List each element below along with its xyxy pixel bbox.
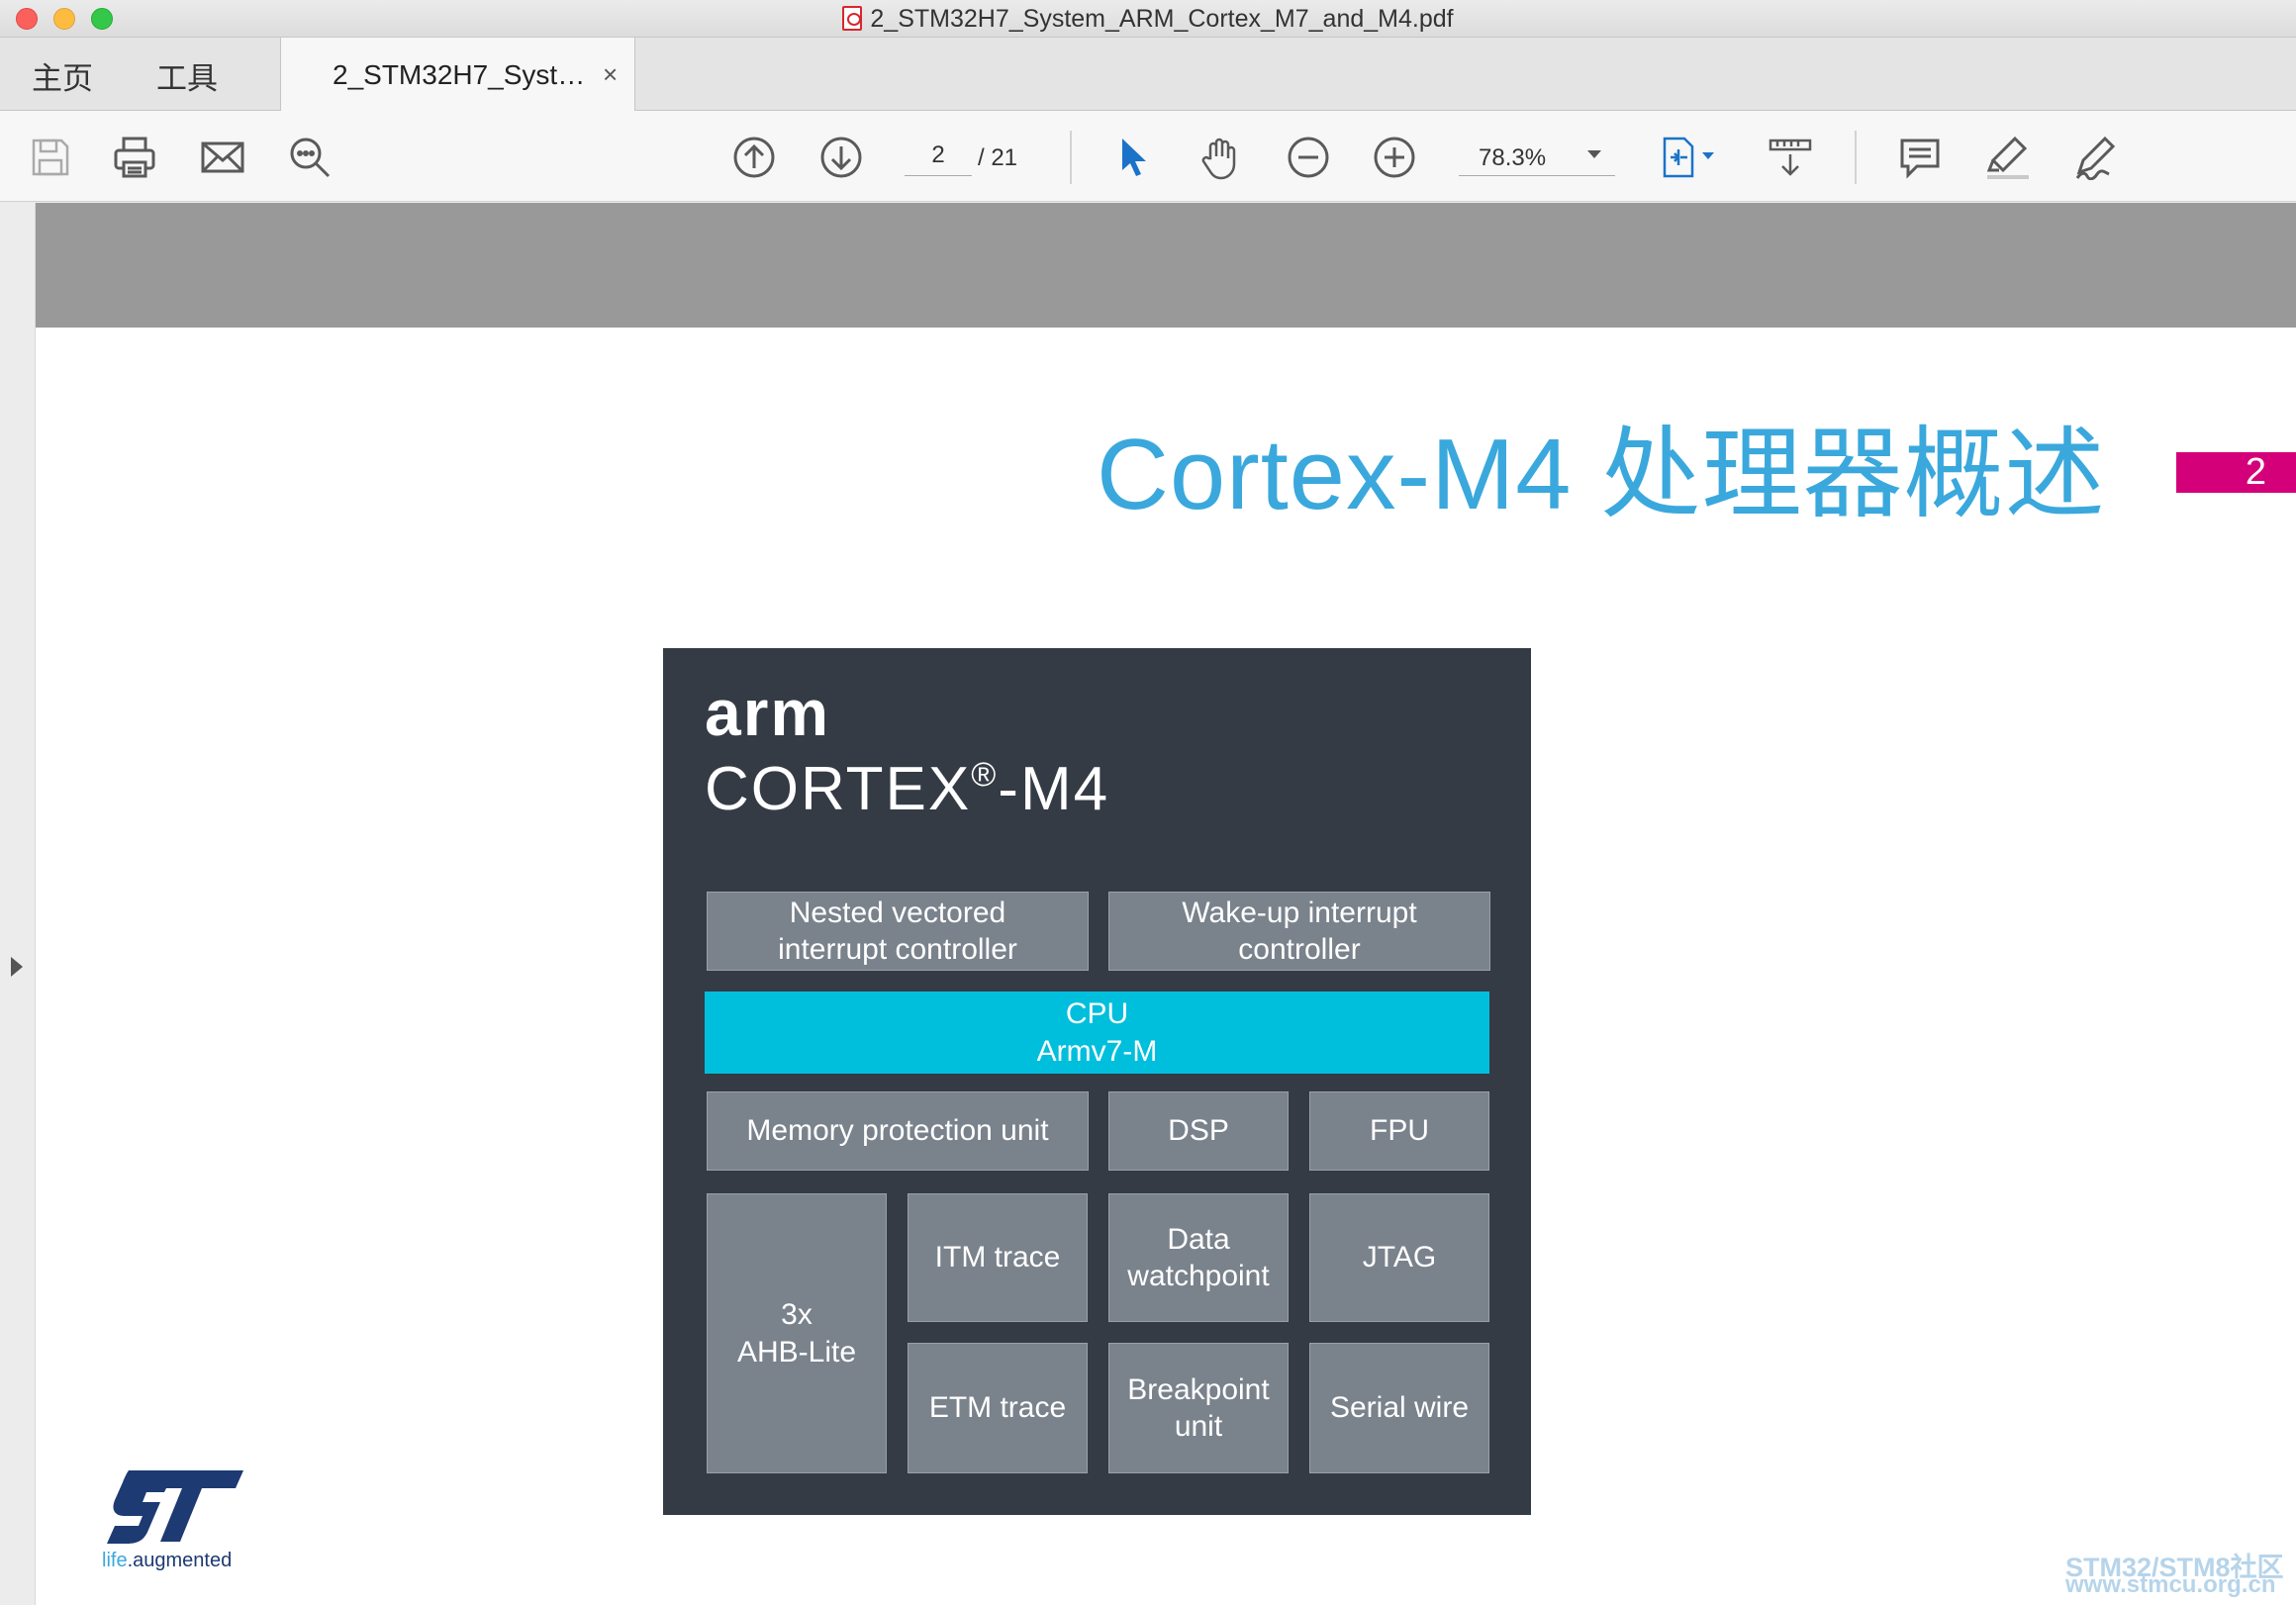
page-total: / 21	[978, 144, 1018, 171]
block-serial-wire: Serial wire	[1309, 1343, 1489, 1473]
block-cpu: CPU Armv7-M	[705, 991, 1489, 1074]
zoom-value: 78.3%	[1479, 144, 1547, 171]
cortex-suffix: -M4	[998, 755, 1110, 823]
block-ahb-lite: 3x AHB-Lite	[707, 1193, 887, 1473]
scroll-mode-icon[interactable]	[1768, 135, 1813, 180]
highlight-icon[interactable]	[1985, 135, 2031, 180]
window-title-text: 2_STM32H7_System_ARM_Cortex_M7_and_M4.pd…	[870, 5, 1454, 33]
arm-logo: arm	[705, 676, 831, 749]
registered-mark: ®	[971, 756, 999, 794]
page-down-icon[interactable]	[818, 135, 864, 180]
save-icon[interactable]	[28, 135, 73, 180]
st-tagline-rest: .augmented	[127, 1550, 233, 1571]
tab-home[interactable]: 主页	[32, 53, 93, 98]
block-jtag: JTAG	[1309, 1193, 1489, 1322]
close-tab-button[interactable]: ×	[603, 59, 618, 90]
chevron-down-icon	[1587, 150, 1601, 158]
fit-page-icon[interactable]	[1659, 135, 1724, 180]
pdf-file-icon	[842, 6, 863, 31]
window-title: 2_STM32H7_System_ARM_Cortex_M7_and_M4.pd…	[0, 5, 2296, 34]
tab-document[interactable]: 2_STM32H7_Syst… ×	[280, 38, 635, 111]
print-icon[interactable]	[112, 135, 157, 180]
st-tagline: life.augmented	[102, 1550, 232, 1572]
tab-document-label: 2_STM32H7_Syst…	[333, 59, 586, 90]
page-up-icon[interactable]	[731, 135, 777, 180]
block-dsp: DSP	[1108, 1091, 1289, 1171]
select-pointer-icon[interactable]	[1112, 135, 1158, 180]
block-itm-trace: ITM trace	[908, 1193, 1088, 1322]
page-number-badge: 2	[2176, 452, 2296, 493]
zoom-select[interactable]: 78.3%	[1459, 135, 1615, 176]
block-nvic: Nested vectored interrupt controller	[707, 892, 1089, 971]
zoom-out-icon[interactable]	[1286, 135, 1331, 180]
sign-icon[interactable]	[2071, 135, 2117, 181]
watermark-line-2: www.stmcu.org.cn	[2065, 1571, 2276, 1598]
slide-title: Cortex-M4 处理器概述	[1097, 420, 2106, 530]
block-fpu: FPU	[1309, 1091, 1489, 1171]
hand-pan-icon[interactable]	[1197, 135, 1243, 180]
tab-bar: 主页 工具 2_STM32H7_Syst… ×	[0, 38, 2296, 111]
page-gap-area	[36, 203, 2296, 328]
block-data-watchpoint: Data watchpoint	[1108, 1193, 1289, 1322]
expand-panel-icon[interactable]	[11, 957, 23, 977]
email-icon[interactable]	[200, 135, 245, 180]
toolbar-divider	[1855, 131, 1857, 184]
toolbar: / 21 78.3%	[0, 111, 2296, 202]
page-number-input[interactable]	[905, 135, 972, 176]
st-tagline-life: life	[102, 1550, 128, 1571]
block-wic: Wake-up interrupt controller	[1108, 892, 1490, 971]
tab-tools[interactable]: 工具	[156, 53, 218, 98]
block-mpu: Memory protection unit	[707, 1091, 1089, 1171]
search-icon[interactable]	[287, 135, 333, 180]
cortex-label: CORTEX	[705, 755, 972, 823]
toolbar-divider	[1070, 131, 1072, 184]
st-logo	[107, 1468, 245, 1548]
zoom-in-icon[interactable]	[1372, 135, 1417, 180]
comment-icon[interactable]	[1897, 135, 1943, 180]
block-etm-trace: ETM trace	[908, 1343, 1088, 1473]
cortex-m4-heading: CORTEX®-M4	[705, 754, 1109, 824]
window-title-bar: 2_STM32H7_System_ARM_Cortex_M7_and_M4.pd…	[0, 0, 2296, 38]
left-panel-rail	[0, 203, 36, 1605]
block-breakpoint-unit: Breakpoint unit	[1108, 1343, 1289, 1473]
